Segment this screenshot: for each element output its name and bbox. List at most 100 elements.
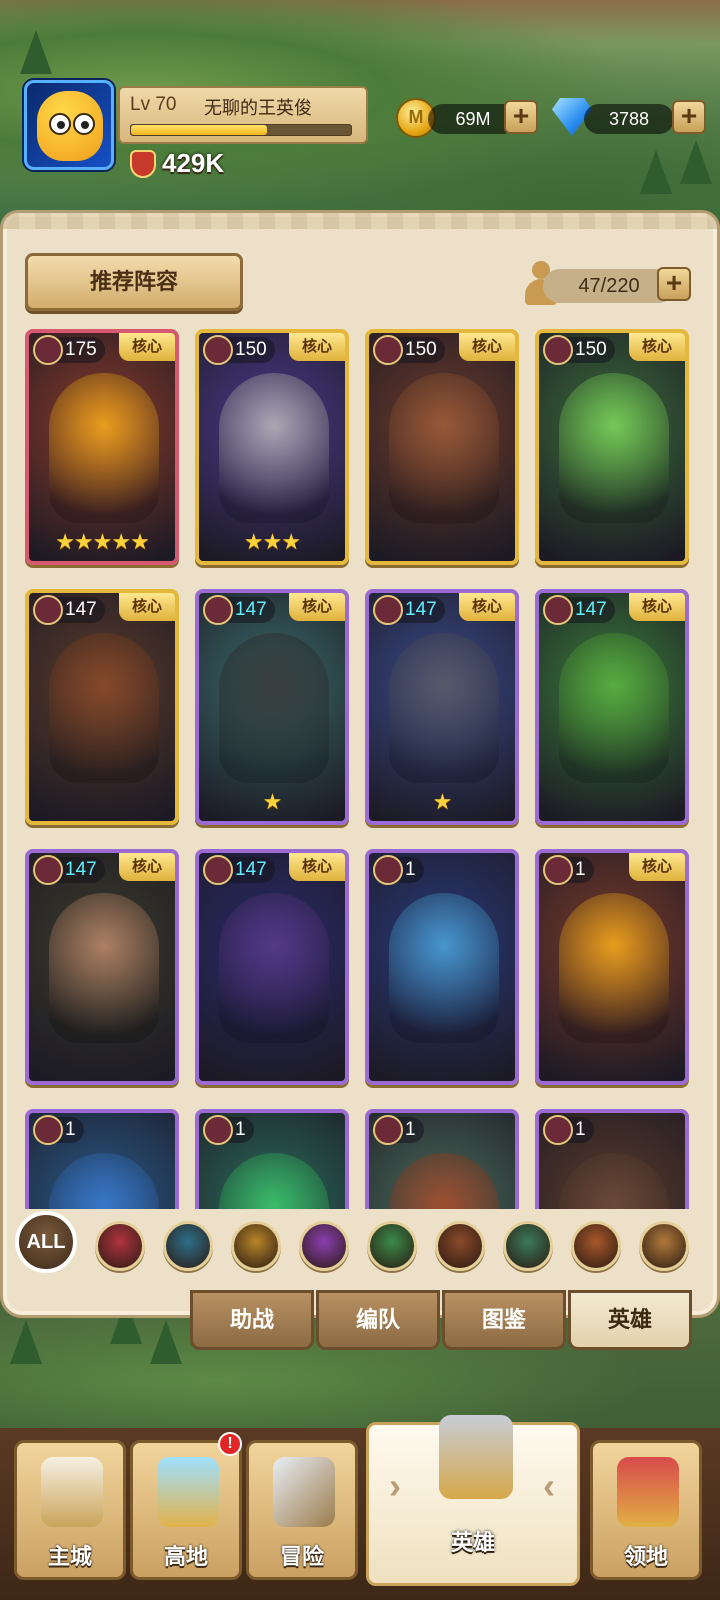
tree-decoration	[150, 1320, 182, 1364]
hero-card[interactable]: 175 核心 ★★★★★	[25, 329, 179, 565]
star-rating: ★	[262, 789, 283, 814]
hero-card[interactable]: 150 核心	[365, 329, 519, 565]
hero-card[interactable]: 147 核心 ★	[195, 589, 349, 825]
filter-wings-icon[interactable]	[231, 1221, 281, 1271]
avatar-eye	[49, 113, 71, 135]
nav-label: 主城	[47, 1544, 92, 1569]
crossed-swords-icon	[273, 1457, 335, 1527]
hero-portrait	[389, 633, 499, 783]
core-badge: 核心	[459, 333, 515, 361]
core-badge: 核心	[629, 593, 685, 621]
wings-icon	[203, 855, 233, 885]
filter-axe-icon[interactable]	[639, 1221, 689, 1271]
staff-icon	[543, 1115, 573, 1145]
hero-portrait	[389, 1153, 499, 1209]
hero-card[interactable]: 1	[365, 849, 519, 1085]
filter-all-button[interactable]: ALL	[15, 1211, 77, 1273]
shield-icon	[33, 335, 63, 365]
faction-filter-bar: ALL	[15, 1207, 705, 1285]
core-badge: 核心	[629, 333, 685, 361]
player-name: 无聊的王英俊	[204, 98, 312, 118]
nav-label: 冒险	[279, 1544, 324, 1569]
hero-card[interactable]: 147 核心	[25, 589, 179, 825]
tree-decoration	[640, 150, 672, 194]
axe-icon	[373, 335, 403, 365]
nav-territory[interactable]: 领地	[590, 1440, 702, 1580]
bow-icon	[373, 855, 403, 885]
core-badge: 核心	[629, 853, 685, 881]
hero-portrait	[219, 633, 329, 783]
chevron-left-icon: ‹	[543, 1465, 555, 1506]
core-badge: 核心	[119, 593, 175, 621]
hero-card[interactable]: 147 核心	[195, 849, 349, 1085]
filter-skull-icon[interactable]	[299, 1221, 349, 1271]
hero-card[interactable]: 147 核心	[25, 849, 179, 1085]
hero-portrait	[219, 893, 329, 1043]
add-coins-button[interactable]: +	[504, 100, 538, 134]
hero-card[interactable]: 1	[25, 1109, 179, 1209]
banner-icon	[617, 1457, 679, 1527]
filter-bow-icon[interactable]	[503, 1221, 553, 1271]
treasure-icon	[157, 1457, 219, 1527]
core-badge: 核心	[289, 593, 345, 621]
bow-icon	[543, 335, 573, 365]
player-power: 429K	[162, 148, 225, 178]
nav-heroes[interactable]: › ‹ 英雄	[366, 1415, 580, 1586]
star-rating: ★★★★★	[55, 529, 150, 554]
nav-adventure[interactable]: 冒险	[246, 1440, 358, 1580]
avatar-eye	[73, 113, 95, 135]
hero-portrait	[49, 633, 159, 783]
hero-portrait	[49, 373, 159, 523]
hero-card[interactable]: 1	[535, 1109, 689, 1209]
hero-count: 47/220	[543, 269, 675, 303]
axe-icon	[203, 335, 233, 365]
core-badge: 核心	[119, 853, 175, 881]
add-gems-button[interactable]: +	[672, 100, 706, 134]
tab-codex[interactable]: 图鉴	[442, 1290, 566, 1350]
hero-card[interactable]: 1	[195, 1109, 349, 1209]
tab-support[interactable]: 助战	[190, 1290, 314, 1350]
nav-label: 高地	[163, 1544, 208, 1569]
hero-portrait	[559, 893, 669, 1043]
hero-card[interactable]: 1 核心	[535, 849, 689, 1085]
xp-bar-fill	[131, 125, 268, 135]
hero-portrait	[559, 633, 669, 783]
filter-paw-icon[interactable]	[435, 1221, 485, 1271]
swords-icon	[543, 595, 573, 625]
shield-icon	[373, 595, 403, 625]
staff-icon	[203, 595, 233, 625]
hero-portrait	[559, 373, 669, 523]
hero-portrait	[219, 373, 329, 523]
nav-label: 领地	[623, 1544, 668, 1569]
player-namebar[interactable]: Lv 70 无聊的王英俊	[118, 86, 368, 144]
hero-card[interactable]: 150 核心 ★★★	[195, 329, 349, 565]
nav-label: 英雄	[450, 1530, 495, 1555]
hero-card[interactable]: 1	[365, 1109, 519, 1209]
filter-horned-skull-icon[interactable]	[571, 1221, 621, 1271]
hero-portrait	[559, 1153, 669, 1209]
hero-card[interactable]: 147 核心 ★	[365, 589, 519, 825]
tab-heroes[interactable]: 英雄	[568, 1290, 692, 1350]
filter-shield-icon[interactable]	[95, 1221, 145, 1271]
core-badge: 核心	[459, 593, 515, 621]
axe-icon	[373, 1115, 403, 1145]
player-avatar[interactable]	[24, 80, 114, 170]
nav-highland[interactable]: 高地	[130, 1440, 242, 1580]
expand-hero-slots-button[interactable]: +	[657, 267, 691, 301]
swords-icon	[33, 855, 63, 885]
tree-decoration	[10, 1320, 42, 1364]
helmet-icon	[439, 1415, 513, 1499]
hero-card[interactable]: 147 核心	[535, 589, 689, 825]
tab-formation[interactable]: 编队	[316, 1290, 440, 1350]
avatar-face	[37, 91, 103, 161]
star-rating: ★★★	[243, 529, 301, 554]
hero-panel: 推荐阵容 47/220 + 175 核心 ★★★★★ 150 核心 ★★★ 150 核心 150…	[0, 210, 720, 1318]
filter-staff-icon[interactable]	[163, 1221, 213, 1271]
hero-portrait	[389, 893, 499, 1043]
hero-card[interactable]: 150 核心	[535, 329, 689, 565]
filter-swords-icon[interactable]	[367, 1221, 417, 1271]
recommend-lineup-button[interactable]: 推荐阵容	[25, 253, 243, 311]
bottom-navigation: 主城 高地 冒险 › ‹ 英雄 领地	[0, 1415, 720, 1600]
hero-tabs: 助战 编队 图鉴 英雄	[190, 1290, 706, 1350]
nav-main-city[interactable]: 主城	[14, 1440, 126, 1580]
